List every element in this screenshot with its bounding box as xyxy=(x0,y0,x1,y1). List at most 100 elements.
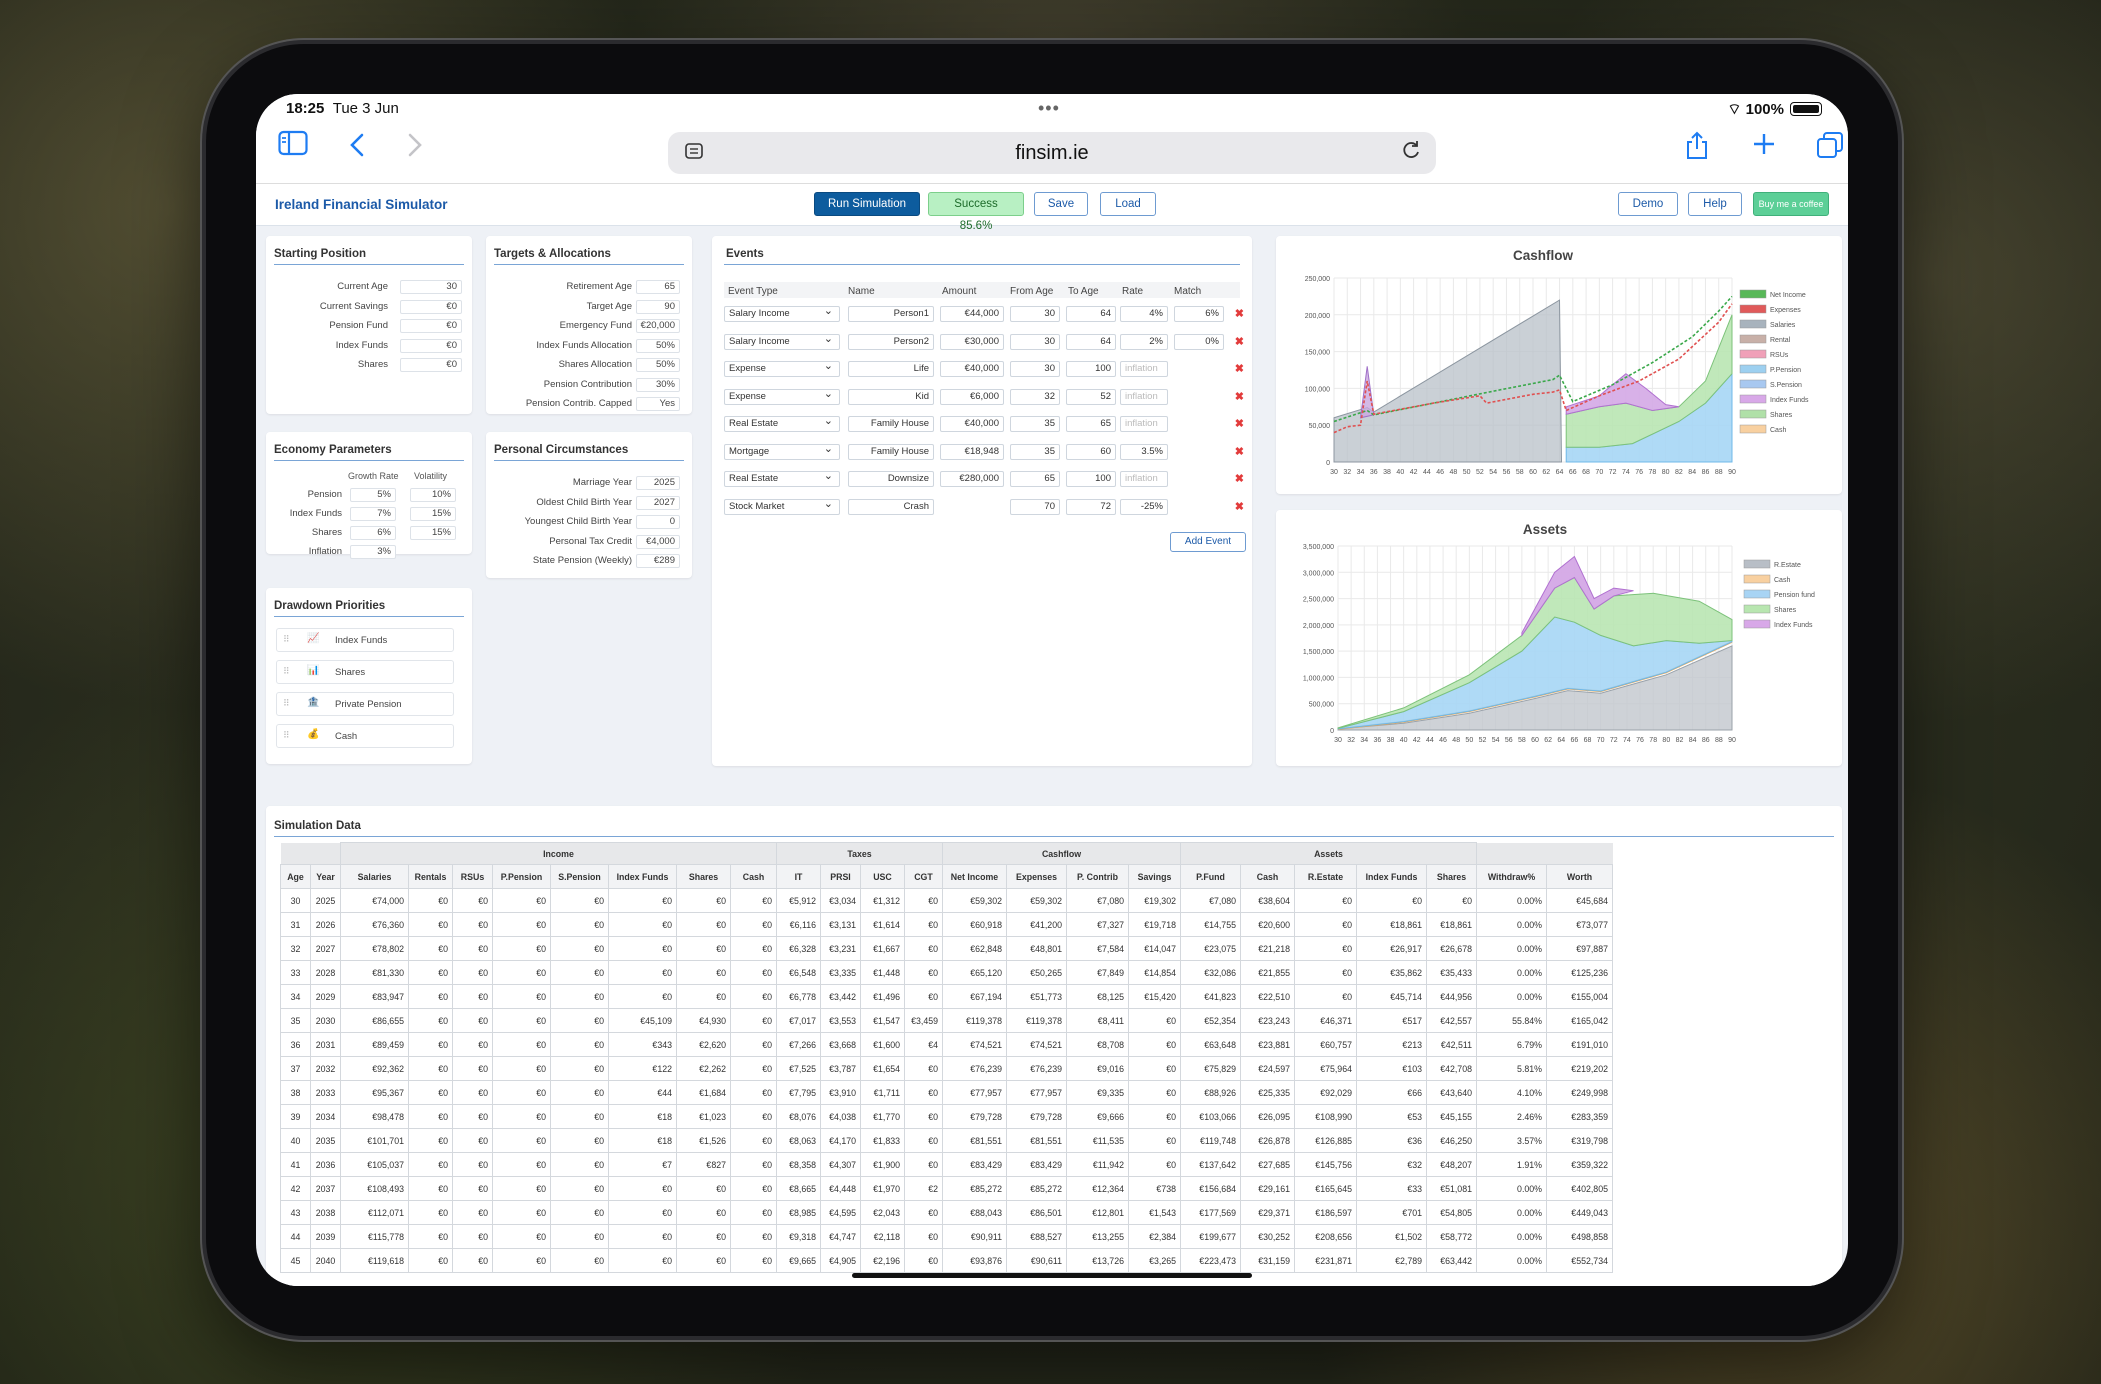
share-icon[interactable] xyxy=(1684,131,1710,168)
field-input[interactable]: Yes xyxy=(636,397,680,411)
back-icon[interactable] xyxy=(348,132,366,165)
event-to-age-input[interactable]: 100 xyxy=(1066,471,1116,487)
event-amount-input[interactable]: €6,000 xyxy=(940,388,1004,405)
event-amount-input[interactable]: €40,000 xyxy=(940,416,1004,432)
drag-handle-icon[interactable]: ⠿ xyxy=(283,730,290,741)
growth-rate-input[interactable]: 5% xyxy=(350,488,396,502)
event-rate-input[interactable]: 4% xyxy=(1120,306,1168,322)
field-input[interactable]: 2027 xyxy=(636,495,680,510)
event-rate-input[interactable]: inflation xyxy=(1120,388,1168,405)
event-amount-input[interactable]: €44,000 xyxy=(940,306,1004,322)
event-amount-input[interactable]: €30,000 xyxy=(940,333,1004,350)
event-type-select[interactable]: Mortgage xyxy=(724,442,840,460)
drawdown-item[interactable]: ⠿ 📈 Index Funds xyxy=(276,628,454,652)
growth-rate-input[interactable]: 6% xyxy=(350,526,396,540)
field-input[interactable]: 30 xyxy=(400,280,462,294)
event-from-age-input[interactable]: 35 xyxy=(1010,443,1060,460)
drawdown-item[interactable]: ⠿ 📊 Shares xyxy=(276,660,454,684)
event-from-age-input[interactable]: 35 xyxy=(1010,416,1060,432)
drag-handle-icon[interactable]: ⠿ xyxy=(283,634,290,645)
buy-me-a-coffee-button[interactable]: Buy me a coffee xyxy=(1753,192,1829,216)
event-rate-input[interactable]: inflation xyxy=(1120,471,1168,487)
field-input[interactable]: 50% xyxy=(636,358,680,372)
delete-event-icon[interactable]: ✖ xyxy=(1235,472,1244,485)
new-tab-icon[interactable] xyxy=(1751,131,1777,164)
drag-handle-icon[interactable]: ⠿ xyxy=(283,666,290,677)
event-name-input[interactable]: Family House xyxy=(848,416,934,432)
event-name-input[interactable]: Person1 xyxy=(848,306,934,322)
event-name-input[interactable]: Family House xyxy=(848,443,934,460)
field-input[interactable]: €0 xyxy=(400,299,462,314)
app-title[interactable]: Ireland Financial Simulator xyxy=(275,197,448,212)
load-button[interactable]: Load xyxy=(1100,192,1156,216)
event-type-select[interactable]: Real Estate xyxy=(724,414,840,432)
sidebar-icon[interactable] xyxy=(278,130,308,163)
growth-rate-input[interactable]: 3% xyxy=(350,545,396,559)
event-match-input[interactable]: 0% xyxy=(1174,333,1224,350)
event-from-age-input[interactable]: 65 xyxy=(1010,471,1060,487)
field-input[interactable]: €289 xyxy=(636,554,680,568)
event-type-select[interactable]: Salary Income xyxy=(724,332,840,350)
field-input[interactable]: 90 xyxy=(636,299,680,314)
event-match-input[interactable]: 6% xyxy=(1174,306,1224,322)
field-input[interactable]: 50% xyxy=(636,338,680,353)
delete-event-icon[interactable]: ✖ xyxy=(1235,500,1244,513)
delete-event-icon[interactable]: ✖ xyxy=(1235,307,1244,320)
event-to-age-input[interactable]: 60 xyxy=(1066,443,1116,460)
delete-event-icon[interactable]: ✖ xyxy=(1235,417,1244,430)
field-input[interactable]: €20,000 xyxy=(636,319,680,333)
event-to-age-input[interactable]: 100 xyxy=(1066,361,1116,377)
forward-icon[interactable] xyxy=(406,132,424,165)
save-button[interactable]: Save xyxy=(1034,192,1088,216)
event-to-age-input[interactable]: 65 xyxy=(1066,416,1116,432)
event-name-input[interactable]: Life xyxy=(848,361,934,377)
event-from-age-input[interactable]: 30 xyxy=(1010,361,1060,377)
event-rate-input[interactable]: inflation xyxy=(1120,361,1168,377)
volatility-input[interactable]: 10% xyxy=(410,488,456,502)
event-type-select[interactable]: Real Estate xyxy=(724,469,840,487)
event-name-input[interactable]: Downsize xyxy=(848,471,934,487)
event-name-input[interactable]: Crash xyxy=(848,498,934,515)
run-simulation-button[interactable]: Run Simulation xyxy=(814,192,920,216)
event-type-select[interactable]: Expense xyxy=(724,387,840,405)
event-rate-input[interactable]: 2% xyxy=(1120,333,1168,350)
field-input[interactable]: 0 xyxy=(636,515,680,529)
event-from-age-input[interactable]: 30 xyxy=(1010,333,1060,350)
reload-icon[interactable] xyxy=(1400,139,1422,167)
field-input[interactable]: 65 xyxy=(636,280,680,294)
field-input[interactable]: €4,000 xyxy=(636,534,680,549)
event-rate-input[interactable]: -25% xyxy=(1120,498,1168,515)
field-input[interactable]: €0 xyxy=(400,358,462,372)
multitask-dots-icon[interactable]: ••• xyxy=(1038,98,1060,119)
volatility-input[interactable]: 15% xyxy=(410,507,456,521)
event-amount-input[interactable]: €18,948 xyxy=(940,443,1004,460)
demo-button[interactable]: Demo xyxy=(1618,192,1678,216)
event-amount-input[interactable]: €280,000 xyxy=(940,471,1004,487)
event-name-input[interactable]: Person2 xyxy=(848,333,934,350)
event-to-age-input[interactable]: 64 xyxy=(1066,306,1116,322)
address-bar[interactable]: finsim.ie xyxy=(668,132,1436,174)
event-name-input[interactable]: Kid xyxy=(848,388,934,405)
help-button[interactable]: Help xyxy=(1688,192,1742,216)
event-from-age-input[interactable]: 30 xyxy=(1010,306,1060,322)
drawdown-item[interactable]: ⠿ 💰 Cash xyxy=(276,724,454,748)
event-type-select[interactable]: Expense xyxy=(724,359,840,377)
drag-handle-icon[interactable]: ⠿ xyxy=(283,698,290,709)
event-rate-input[interactable]: 3.5% xyxy=(1120,443,1168,460)
event-to-age-input[interactable]: 64 xyxy=(1066,333,1116,350)
event-amount-input[interactable]: €40,000 xyxy=(940,361,1004,377)
event-to-age-input[interactable]: 52 xyxy=(1066,388,1116,405)
event-from-age-input[interactable]: 32 xyxy=(1010,388,1060,405)
drawdown-item[interactable]: ⠿ 🏦 Private Pension xyxy=(276,692,454,716)
growth-rate-input[interactable]: 7% xyxy=(350,507,396,521)
field-input[interactable]: €0 xyxy=(400,319,462,333)
volatility-input[interactable]: 15% xyxy=(410,526,456,540)
add-event-button[interactable]: Add Event xyxy=(1170,532,1246,552)
delete-event-icon[interactable]: ✖ xyxy=(1235,335,1244,348)
event-type-select[interactable]: Salary Income xyxy=(724,304,840,322)
delete-event-icon[interactable]: ✖ xyxy=(1235,445,1244,458)
field-input[interactable]: 2025 xyxy=(636,476,680,490)
field-input[interactable]: €0 xyxy=(400,338,462,353)
delete-event-icon[interactable]: ✖ xyxy=(1235,362,1244,375)
event-rate-input[interactable]: inflation xyxy=(1120,416,1168,432)
